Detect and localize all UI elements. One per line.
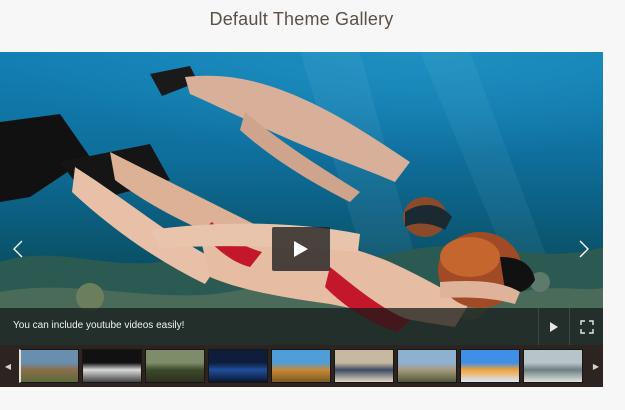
slideshow-play-button[interactable]	[538, 308, 568, 345]
thumbnail-two-people[interactable]	[334, 349, 394, 383]
thumbnail-sunglasses-face[interactable]	[460, 349, 520, 383]
play-icon	[549, 321, 558, 332]
caret-right-icon: ▶	[592, 361, 600, 371]
thumbnail-old-house[interactable]	[397, 349, 457, 383]
thumbs-prev-button[interactable]: ◀	[0, 345, 16, 387]
thumbnail-savanna[interactable]	[271, 349, 331, 383]
thumbnail-seashore[interactable]	[523, 349, 583, 383]
slide-caption: You can include youtube videos easily!	[13, 320, 185, 331]
next-slide-button[interactable]	[576, 238, 592, 260]
fullscreen-button[interactable]	[569, 308, 603, 345]
main-slide[interactable]: ▾	[0, 52, 603, 345]
thumbnail-blue-creature[interactable]	[208, 349, 268, 383]
video-play-button[interactable]	[272, 227, 330, 271]
thumbnail-lake-trees[interactable]	[145, 349, 205, 383]
thumbs-next-button[interactable]: ▶	[588, 345, 604, 387]
caret-left-icon: ◀	[4, 361, 12, 371]
fullscreen-icon	[579, 319, 594, 334]
thumbnail-tiger[interactable]	[82, 349, 142, 383]
caption-bar: You can include youtube videos easily!	[0, 308, 603, 345]
prev-slide-button[interactable]	[10, 238, 26, 260]
thumbnail-strip: ◀ ▶	[0, 345, 603, 387]
thumbnail-castle-landscape[interactable]	[19, 349, 79, 383]
play-icon	[294, 241, 308, 257]
gallery-title: Default Theme Gallery	[209, 9, 394, 29]
underwater-photo	[0, 52, 603, 345]
chevron-right-icon	[579, 240, 589, 258]
chevron-left-icon	[13, 240, 23, 258]
